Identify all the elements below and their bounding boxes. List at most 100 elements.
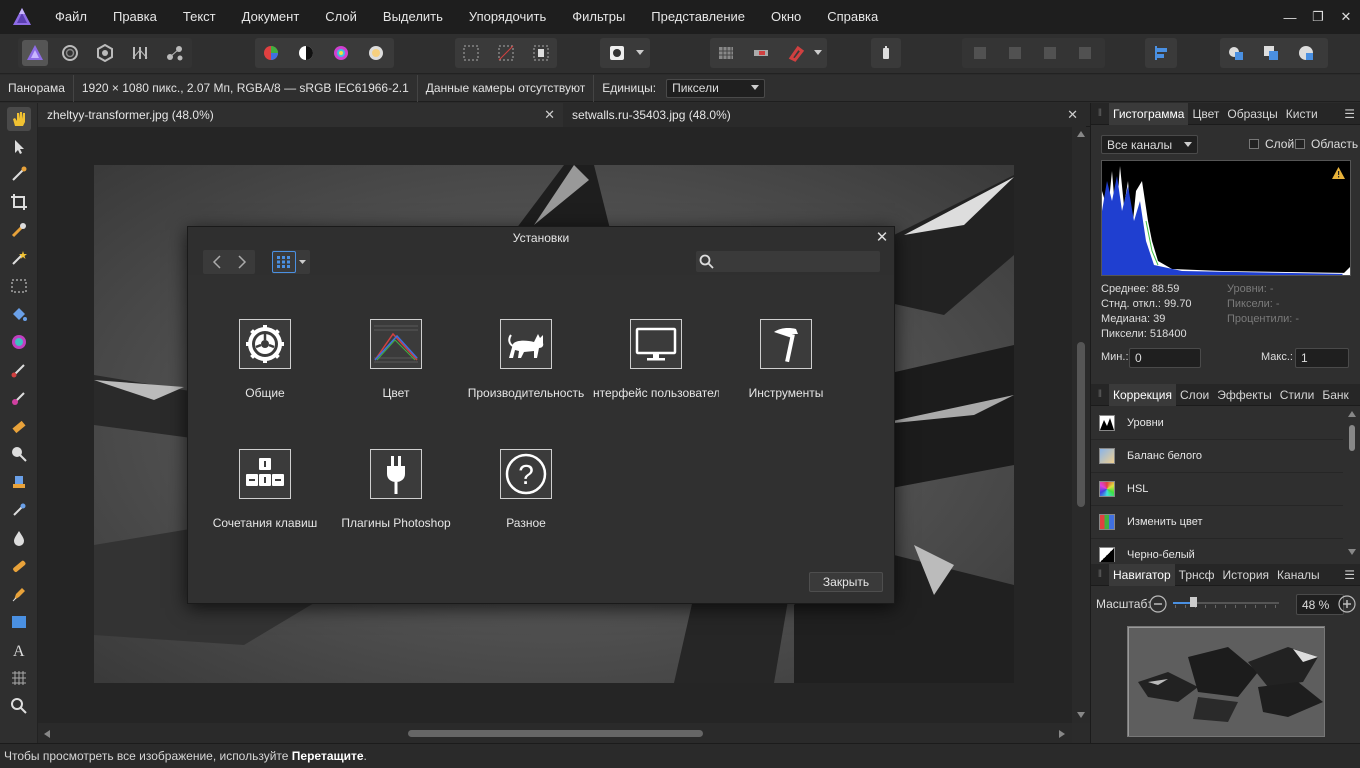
text-tool-icon[interactable]: A <box>7 638 31 662</box>
menu-file[interactable]: Файл <box>42 0 100 34</box>
min-input[interactable] <box>1129 348 1201 368</box>
units-select[interactable]: Пиксели <box>666 78 766 98</box>
align-guides-icon[interactable] <box>748 40 774 66</box>
assistant-icon[interactable] <box>873 40 899 66</box>
navigator-preview[interactable] <box>1127 626 1325 737</box>
menu-document[interactable]: Документ <box>229 0 313 34</box>
pref-tools[interactable]: Инструменты <box>723 319 849 400</box>
invert-selection-icon[interactable] <box>528 40 554 66</box>
rectangle-tool-icon[interactable] <box>7 610 31 634</box>
move-to-back-icon[interactable] <box>967 40 993 66</box>
move-to-front-icon[interactable] <box>1072 40 1098 66</box>
intersect-shapes-icon[interactable] <box>1293 40 1319 66</box>
zoom-tool-icon[interactable] <box>7 694 31 718</box>
select-all-icon[interactable] <box>458 40 484 66</box>
tab-transform[interactable]: Трнсф <box>1175 564 1219 586</box>
pref-performance[interactable]: Производительность <box>463 319 589 400</box>
chevron-down-icon[interactable] <box>632 40 648 66</box>
crop-tool-icon[interactable] <box>7 190 31 214</box>
tab-adjustment[interactable]: Коррекция <box>1109 383 1177 406</box>
auto-contrast-icon[interactable] <box>293 40 319 66</box>
add-shapes-icon[interactable] <box>1223 40 1249 66</box>
minimize-icon[interactable]: — <box>1276 10 1304 25</box>
liquify-persona-icon[interactable] <box>57 40 83 66</box>
grip-icon[interactable]: ‖ <box>1091 389 1109 400</box>
tab-layers[interactable]: Слои <box>1176 384 1213 406</box>
paint-mixer-brush-tool-icon[interactable] <box>7 386 31 410</box>
pref-interface[interactable]: нтерфейс пользовател <box>593 319 719 400</box>
adjustment-black-white[interactable]: Черно-белый <box>1091 539 1343 562</box>
tab-swatches[interactable]: Образцы <box>1223 103 1281 125</box>
tab-history[interactable]: История <box>1219 564 1274 586</box>
channel-select[interactable]: Все каналы <box>1101 135 1198 154</box>
horizontal-scrollbar[interactable] <box>38 723 1072 743</box>
zoom-slider[interactable] <box>1173 596 1279 612</box>
healing-brush-tool-icon[interactable] <box>7 554 31 578</box>
snapping-magnet-icon[interactable] <box>783 40 809 66</box>
paint-brush-tool-icon[interactable] <box>7 358 31 382</box>
restore-icon[interactable]: ❐ <box>1304 9 1332 25</box>
marquee-tool-icon[interactable] <box>7 274 31 298</box>
adjustment-scrollbar[interactable] <box>1345 409 1359 559</box>
tab-brushes[interactable]: Кисти <box>1282 103 1322 125</box>
area-checkbox[interactable] <box>1295 139 1305 149</box>
adjustment-scroll-thumb[interactable] <box>1349 425 1355 451</box>
zoom-out-icon[interactable] <box>1148 594 1168 614</box>
tab-effects[interactable]: Эффекты <box>1213 384 1276 406</box>
subtract-shapes-icon[interactable] <box>1258 40 1284 66</box>
move-tool-icon[interactable] <box>7 135 31 159</box>
erase-brush-tool-icon[interactable] <box>7 414 31 438</box>
align-icon[interactable] <box>1148 40 1174 66</box>
tab-document-2[interactable]: setwalls.ru-35403.jpg (48.0%) ✕ <box>563 103 1086 127</box>
snapping-options-chevron-icon[interactable] <box>810 40 826 66</box>
close-tab-icon[interactable]: ✕ <box>1067 107 1078 123</box>
layer-checkbox[interactable] <box>1249 139 1259 149</box>
tone-mapping-persona-icon[interactable] <box>127 40 153 66</box>
menu-view[interactable]: Представление <box>638 0 758 34</box>
vertical-scroll-thumb[interactable] <box>1077 342 1085 507</box>
color-picker-tool-icon[interactable] <box>7 162 31 186</box>
menu-edit[interactable]: Правка <box>100 0 170 34</box>
pref-color[interactable]: Цвет <box>333 319 459 400</box>
tab-document-1[interactable]: zheltyy-transformer.jpg (48.0%) ✕ <box>38 103 563 127</box>
menu-select[interactable]: Выделить <box>370 0 456 34</box>
tab-channels[interactable]: Каналы <box>1273 564 1324 586</box>
search-field[interactable] <box>696 251 880 272</box>
menu-text[interactable]: Текст <box>170 0 229 34</box>
auto-levels-icon[interactable] <box>258 40 284 66</box>
close-button[interactable]: Закрыть <box>809 572 883 592</box>
max-input[interactable] <box>1295 348 1349 368</box>
color-wheel-tool-icon[interactable] <box>7 330 31 354</box>
forward-arrow-icon[interactable] <box>230 251 254 273</box>
menu-help[interactable]: Справка <box>814 0 891 34</box>
back-arrow-icon[interactable] <box>205 251 229 273</box>
adjustment-hsl[interactable]: HSL <box>1091 473 1343 506</box>
close-window-icon[interactable]: ✕ <box>1332 9 1360 25</box>
pref-misc[interactable]: ? Разное <box>463 449 589 530</box>
export-persona-icon[interactable] <box>162 40 188 66</box>
flood-fill-tool-icon[interactable] <box>7 302 31 326</box>
search-input[interactable] <box>718 252 876 270</box>
grip-icon[interactable]: ‖ <box>1091 569 1109 580</box>
photo-persona-icon[interactable] <box>22 40 48 66</box>
move-forward-icon[interactable] <box>1037 40 1063 66</box>
tab-navigator[interactable]: Навигатор <box>1109 563 1175 586</box>
adjustment-levels[interactable]: Уровни <box>1091 407 1343 440</box>
dodge-tool-icon[interactable] <box>7 442 31 466</box>
selection-brush-tool-icon[interactable] <box>7 218 31 242</box>
pref-general[interactable]: Общие <box>202 319 328 400</box>
flood-select-tool-icon[interactable] <box>7 246 31 270</box>
tab-stock[interactable]: Банк <box>1318 384 1352 406</box>
red-eye-tool-icon[interactable] <box>7 498 31 522</box>
tab-color[interactable]: Цвет <box>1188 103 1223 125</box>
panel-menu-icon[interactable]: ☰ <box>1344 107 1355 121</box>
menu-window[interactable]: Окно <box>758 0 814 34</box>
close-tab-icon[interactable]: ✕ <box>544 107 555 123</box>
auto-white-balance-icon[interactable] <box>363 40 389 66</box>
tab-histogram[interactable]: Гистограмма <box>1109 102 1189 125</box>
mesh-warp-tool-icon[interactable] <box>7 666 31 690</box>
affinity-photo-logo-icon[interactable] <box>12 7 32 27</box>
menu-layer[interactable]: Слой <box>312 0 370 34</box>
deselect-icon[interactable] <box>493 40 519 66</box>
pen-tool-icon[interactable] <box>7 582 31 606</box>
